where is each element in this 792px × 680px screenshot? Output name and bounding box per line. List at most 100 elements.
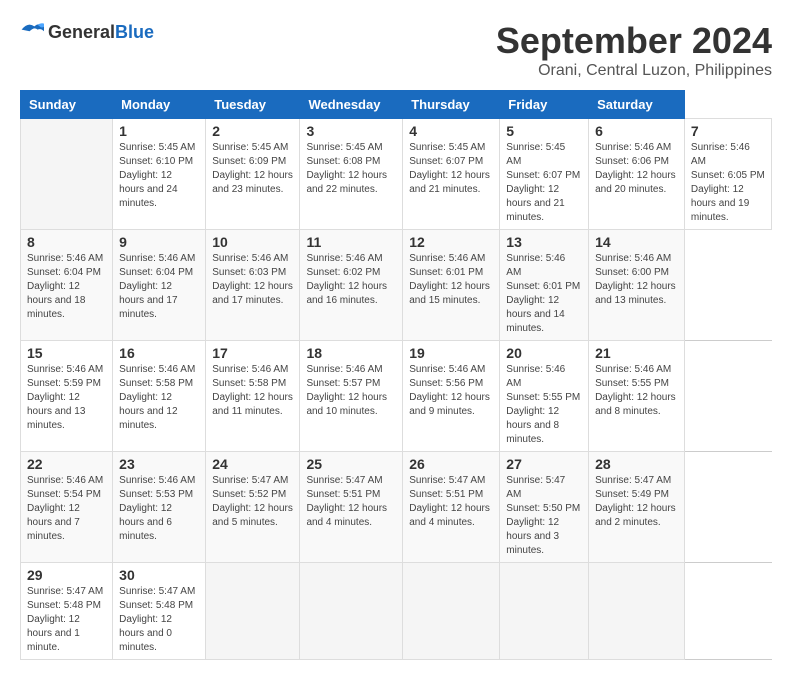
location-subtitle: Orani, Central Luzon, Philippines (496, 62, 772, 80)
day-number: 23 (119, 456, 199, 472)
weekday-header-row: Sunday Monday Tuesday Wednesday Thursday… (21, 91, 772, 119)
calendar-cell: 9 Sunrise: 5:46 AMSunset: 6:04 PMDayligh… (113, 230, 206, 341)
day-detail: Sunrise: 5:47 AMSunset: 5:51 PMDaylight:… (409, 475, 490, 528)
day-number: 9 (119, 234, 199, 250)
calendar-cell: 11 Sunrise: 5:46 AMSunset: 6:02 PMDaylig… (300, 230, 403, 341)
calendar-cell (500, 563, 589, 660)
logo: GeneralBlue (20, 20, 154, 44)
calendar-cell: 22 Sunrise: 5:46 AMSunset: 5:54 PMDaylig… (21, 452, 113, 563)
day-detail: Sunrise: 5:45 AMSunset: 6:10 PMDaylight:… (119, 142, 195, 209)
day-detail: Sunrise: 5:46 AMSunset: 5:59 PMDaylight:… (27, 364, 103, 431)
calendar-cell: 1 Sunrise: 5:45 AMSunset: 6:10 PMDayligh… (113, 119, 206, 230)
calendar-cell: 4 Sunrise: 5:45 AMSunset: 6:07 PMDayligh… (403, 119, 500, 230)
calendar-week-row: 8 Sunrise: 5:46 AMSunset: 6:04 PMDayligh… (21, 230, 772, 341)
day-number: 13 (506, 234, 582, 250)
calendar-cell: 6 Sunrise: 5:46 AMSunset: 6:06 PMDayligh… (589, 119, 685, 230)
header-friday: Friday (500, 91, 589, 119)
calendar-cell: 19 Sunrise: 5:46 AMSunset: 5:56 PMDaylig… (403, 341, 500, 452)
day-number: 3 (306, 123, 396, 139)
day-detail: Sunrise: 5:47 AMSunset: 5:51 PMDaylight:… (306, 475, 387, 528)
calendar-cell (403, 563, 500, 660)
calendar-cell: 18 Sunrise: 5:46 AMSunset: 5:57 PMDaylig… (300, 341, 403, 452)
day-number: 17 (212, 345, 293, 361)
day-number: 25 (306, 456, 396, 472)
day-number: 6 (595, 123, 678, 139)
day-number: 24 (212, 456, 293, 472)
calendar-week-row: 1 Sunrise: 5:45 AMSunset: 6:10 PMDayligh… (21, 119, 772, 230)
day-detail: Sunrise: 5:46 AMSunset: 5:55 PMDaylight:… (506, 364, 580, 445)
calendar-cell: 26 Sunrise: 5:47 AMSunset: 5:51 PMDaylig… (403, 452, 500, 563)
calendar-cell: 17 Sunrise: 5:46 AMSunset: 5:58 PMDaylig… (206, 341, 300, 452)
day-number: 4 (409, 123, 493, 139)
day-number: 8 (27, 234, 106, 250)
day-detail: Sunrise: 5:46 AMSunset: 6:05 PMDaylight:… (691, 142, 765, 223)
day-number: 11 (306, 234, 396, 250)
calendar-cell (300, 563, 403, 660)
day-number: 15 (27, 345, 106, 361)
day-detail: Sunrise: 5:46 AMSunset: 6:01 PMDaylight:… (506, 253, 580, 334)
logo-icon (20, 20, 44, 44)
day-detail: Sunrise: 5:45 AMSunset: 6:07 PMDaylight:… (506, 142, 580, 223)
day-detail: Sunrise: 5:46 AMSunset: 5:58 PMDaylight:… (212, 364, 293, 417)
calendar-cell: 5 Sunrise: 5:45 AMSunset: 6:07 PMDayligh… (500, 119, 589, 230)
calendar-cell: 30 Sunrise: 5:47 AMSunset: 5:48 PMDaylig… (113, 563, 206, 660)
day-number: 1 (119, 123, 199, 139)
calendar-cell: 21 Sunrise: 5:46 AMSunset: 5:55 PMDaylig… (589, 341, 685, 452)
calendar-cell: 29 Sunrise: 5:47 AMSunset: 5:48 PMDaylig… (21, 563, 113, 660)
calendar-cell: 2 Sunrise: 5:45 AMSunset: 6:09 PMDayligh… (206, 119, 300, 230)
day-number: 28 (595, 456, 678, 472)
day-number: 27 (506, 456, 582, 472)
calendar-cell (589, 563, 685, 660)
day-detail: Sunrise: 5:46 AMSunset: 6:01 PMDaylight:… (409, 253, 490, 306)
calendar-week-row: 29 Sunrise: 5:47 AMSunset: 5:48 PMDaylig… (21, 563, 772, 660)
day-number: 21 (595, 345, 678, 361)
day-detail: Sunrise: 5:46 AMSunset: 6:04 PMDaylight:… (119, 253, 195, 320)
day-detail: Sunrise: 5:46 AMSunset: 6:02 PMDaylight:… (306, 253, 387, 306)
title-section: September 2024 Orani, Central Luzon, Phi… (496, 20, 772, 80)
day-number: 20 (506, 345, 582, 361)
calendar-table: Sunday Monday Tuesday Wednesday Thursday… (20, 90, 772, 660)
calendar-cell: 27 Sunrise: 5:47 AMSunset: 5:50 PMDaylig… (500, 452, 589, 563)
calendar-cell: 14 Sunrise: 5:46 AMSunset: 6:00 PMDaylig… (589, 230, 685, 341)
day-detail: Sunrise: 5:46 AMSunset: 5:57 PMDaylight:… (306, 364, 387, 417)
day-detail: Sunrise: 5:45 AMSunset: 6:08 PMDaylight:… (306, 142, 387, 195)
calendar-cell: 8 Sunrise: 5:46 AMSunset: 6:04 PMDayligh… (21, 230, 113, 341)
day-detail: Sunrise: 5:47 AMSunset: 5:52 PMDaylight:… (212, 475, 293, 528)
day-number: 2 (212, 123, 293, 139)
day-detail: Sunrise: 5:46 AMSunset: 6:04 PMDaylight:… (27, 253, 103, 320)
day-detail: Sunrise: 5:46 AMSunset: 6:06 PMDaylight:… (595, 142, 676, 195)
day-number: 19 (409, 345, 493, 361)
day-number: 30 (119, 567, 199, 583)
header-saturday: Saturday (589, 91, 685, 119)
day-detail: Sunrise: 5:47 AMSunset: 5:49 PMDaylight:… (595, 475, 676, 528)
day-number: 29 (27, 567, 106, 583)
logo-general: General (48, 22, 115, 42)
day-detail: Sunrise: 5:47 AMSunset: 5:48 PMDaylight:… (119, 586, 195, 653)
day-number: 5 (506, 123, 582, 139)
day-detail: Sunrise: 5:47 AMSunset: 5:50 PMDaylight:… (506, 475, 580, 556)
calendar-week-row: 15 Sunrise: 5:46 AMSunset: 5:59 PMDaylig… (21, 341, 772, 452)
calendar-cell: 13 Sunrise: 5:46 AMSunset: 6:01 PMDaylig… (500, 230, 589, 341)
header-wednesday: Wednesday (300, 91, 403, 119)
day-detail: Sunrise: 5:46 AMSunset: 5:56 PMDaylight:… (409, 364, 490, 417)
day-number: 10 (212, 234, 293, 250)
header-monday: Monday (113, 91, 206, 119)
calendar-cell (21, 119, 113, 230)
month-title: September 2024 (496, 20, 772, 62)
calendar-cell: 24 Sunrise: 5:47 AMSunset: 5:52 PMDaylig… (206, 452, 300, 563)
day-number: 16 (119, 345, 199, 361)
calendar-cell: 12 Sunrise: 5:46 AMSunset: 6:01 PMDaylig… (403, 230, 500, 341)
day-detail: Sunrise: 5:46 AMSunset: 5:55 PMDaylight:… (595, 364, 676, 417)
page-header: GeneralBlue September 2024 Orani, Centra… (20, 20, 772, 80)
day-detail: Sunrise: 5:45 AMSunset: 6:09 PMDaylight:… (212, 142, 293, 195)
calendar-cell: 16 Sunrise: 5:46 AMSunset: 5:58 PMDaylig… (113, 341, 206, 452)
calendar-cell: 20 Sunrise: 5:46 AMSunset: 5:55 PMDaylig… (500, 341, 589, 452)
day-number: 7 (691, 123, 765, 139)
calendar-cell: 25 Sunrise: 5:47 AMSunset: 5:51 PMDaylig… (300, 452, 403, 563)
day-number: 14 (595, 234, 678, 250)
calendar-cell: 3 Sunrise: 5:45 AMSunset: 6:08 PMDayligh… (300, 119, 403, 230)
calendar-cell: 7 Sunrise: 5:46 AMSunset: 6:05 PMDayligh… (684, 119, 771, 230)
calendar-body: 1 Sunrise: 5:45 AMSunset: 6:10 PMDayligh… (21, 119, 772, 660)
calendar-week-row: 22 Sunrise: 5:46 AMSunset: 5:54 PMDaylig… (21, 452, 772, 563)
day-detail: Sunrise: 5:46 AMSunset: 5:53 PMDaylight:… (119, 475, 195, 542)
